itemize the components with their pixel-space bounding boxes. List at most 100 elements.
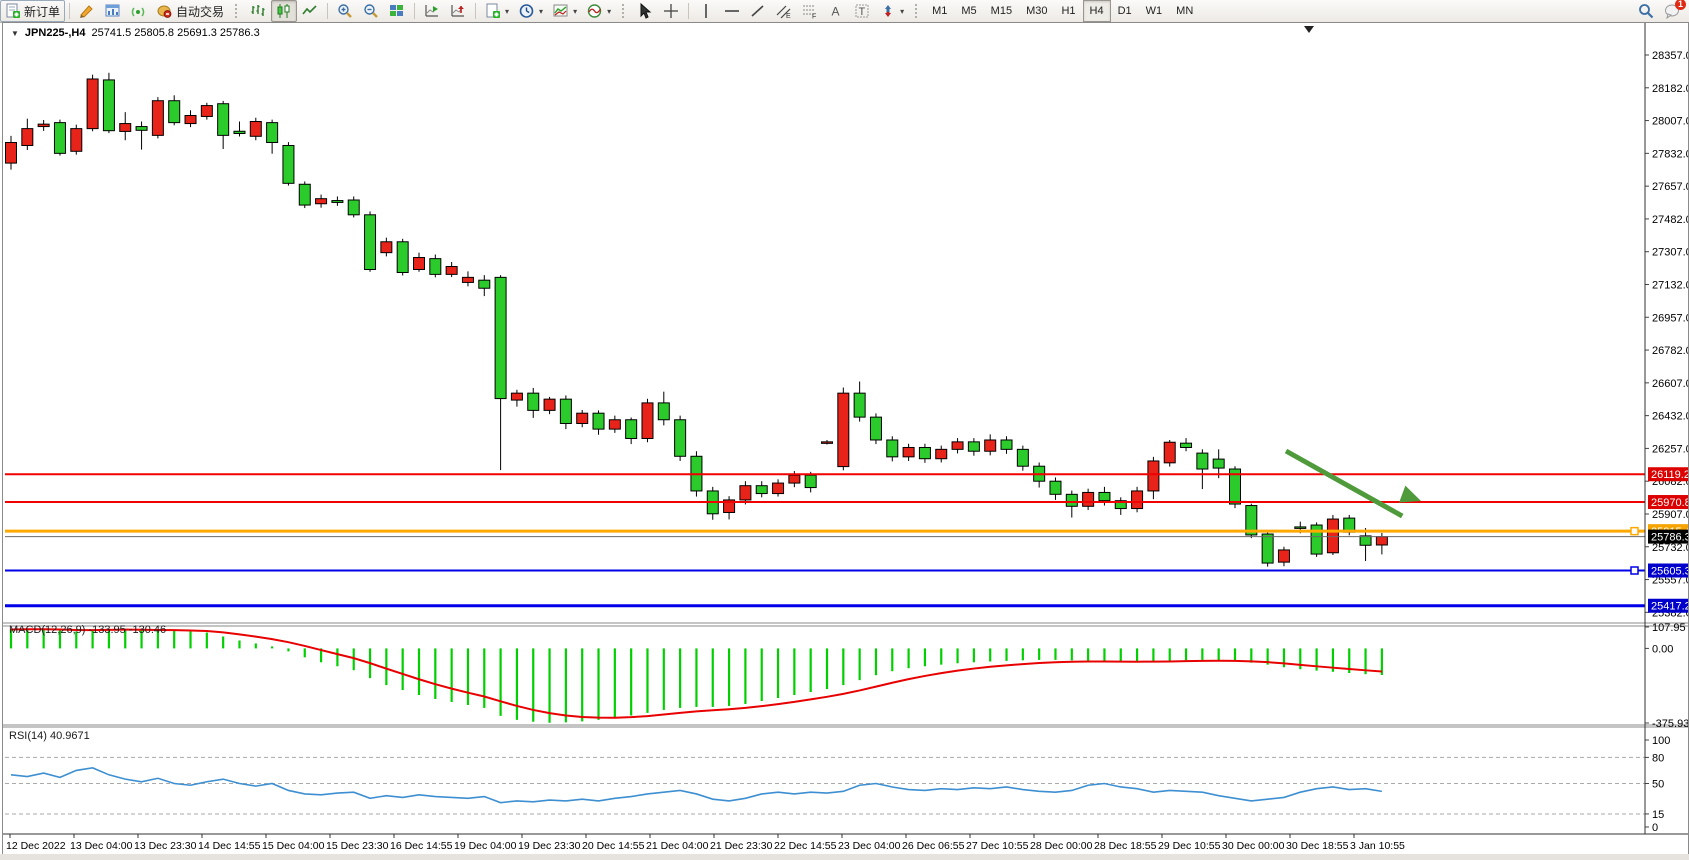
- date-axis-label: 15 Dec 04:00: [262, 840, 325, 852]
- separator: [327, 3, 328, 19]
- timeframe-mn[interactable]: MN: [1169, 0, 1200, 22]
- timeframe-m15[interactable]: M15: [984, 0, 1019, 22]
- vertical-line-button[interactable]: [693, 0, 719, 22]
- line-drag-handle[interactable]: [1631, 528, 1638, 535]
- tile-windows-button[interactable]: [384, 0, 410, 22]
- price-axis-label: 26607.0: [1652, 378, 1688, 390]
- price-level-tag-text: 25605.3: [1651, 566, 1688, 578]
- search-icon: [1638, 3, 1654, 19]
- candle: [54, 123, 65, 154]
- candle: [1083, 492, 1094, 506]
- trendline-button[interactable]: [745, 0, 771, 22]
- timeframe-w1[interactable]: W1: [1139, 0, 1170, 22]
- search-button[interactable]: [1633, 0, 1659, 22]
- collapse-triangle-icon[interactable]: ▼: [11, 29, 19, 38]
- price-level-tag-text: 25786.3: [1651, 532, 1688, 544]
- date-axis-label: 13 Dec 04:00: [70, 840, 133, 852]
- chart-canvas[interactable]: 28357.028182.028007.027832.027657.027482…: [3, 23, 1688, 854]
- candle: [169, 101, 180, 123]
- channel-button[interactable]: E: [771, 0, 797, 22]
- trendline-icon: [750, 3, 766, 19]
- horizontal-line-button[interactable]: [719, 0, 745, 22]
- rsi-axis-label: 15: [1652, 809, 1664, 821]
- candle: [87, 79, 98, 129]
- templates-button[interactable]: ▾: [548, 0, 582, 22]
- line-drag-handle[interactable]: [1631, 567, 1638, 574]
- timeframe-m1[interactable]: M1: [925, 0, 954, 22]
- new-order-button[interactable]: 新订单: [0, 0, 65, 22]
- candle: [1327, 519, 1338, 553]
- date-axis-label: 27 Dec 10:55: [966, 840, 1029, 852]
- separator: [688, 3, 689, 19]
- line-chart-button[interactable]: [297, 0, 323, 22]
- auto-scroll-icon: [424, 3, 440, 19]
- svg-text:T: T: [859, 6, 866, 18]
- date-axis-label: 14 Dec 14:55: [198, 840, 261, 852]
- signal-icon: [131, 3, 147, 19]
- indicators-button[interactable]: ▾: [582, 0, 616, 22]
- market-watch-button[interactable]: [100, 0, 126, 22]
- trend-arrow-annotation[interactable]: [1286, 451, 1402, 516]
- price-axis-label: 26432.0: [1652, 411, 1688, 423]
- trend-arrow-head[interactable]: [1399, 486, 1421, 503]
- timeframe-label: H4: [1090, 5, 1104, 17]
- shift-end-marker[interactable]: [1304, 26, 1314, 33]
- new-chart-button[interactable]: ▾: [480, 0, 514, 22]
- bar-chart-button[interactable]: [245, 0, 271, 22]
- candle: [903, 447, 914, 456]
- chat-button[interactable]: 1: [1659, 0, 1685, 22]
- crosshair-icon: [663, 3, 679, 19]
- macd-axis-label: 107.95: [1652, 622, 1686, 634]
- toolbar: 新订单 自动交易: [0, 0, 1689, 23]
- arrows-shapes-icon: [880, 3, 896, 19]
- crosshair-button[interactable]: [658, 0, 684, 22]
- date-axis-label: 29 Dec 10:55: [1158, 840, 1221, 852]
- toolbar-grip: [915, 4, 921, 18]
- candle: [642, 403, 653, 439]
- zoom-in-icon: [337, 3, 353, 19]
- signals-button[interactable]: [126, 0, 152, 22]
- cursor-button[interactable]: [632, 0, 658, 22]
- new-order-icon: [5, 3, 21, 19]
- zoom-out-button[interactable]: [358, 0, 384, 22]
- candle: [838, 393, 849, 466]
- chevron-down-icon: ▾: [539, 7, 543, 16]
- shapes-button[interactable]: ▾: [875, 0, 909, 22]
- symbol-timeframe: JPN225-,H4: [25, 27, 86, 39]
- crosshair-style-button[interactable]: [74, 0, 100, 22]
- timeframe-d1[interactable]: D1: [1111, 0, 1139, 22]
- date-axis-label: 26 Dec 06:55: [902, 840, 965, 852]
- timeframe-toolbar: M1 M5 M15 M30 H1 H4 D1 W1 MN: [925, 0, 1200, 22]
- text-label-button[interactable]: T: [849, 0, 875, 22]
- candle: [267, 123, 278, 143]
- candle: [805, 475, 816, 487]
- toolbar-group-zoom: [332, 0, 410, 22]
- price-level-tag-text: 25970.8: [1651, 497, 1688, 509]
- toolbar-right: 1: [1633, 0, 1689, 22]
- price-axis-label: 26782.0: [1652, 345, 1688, 357]
- fibonacci-button[interactable]: F: [797, 0, 823, 22]
- timeframe-m30[interactable]: M30: [1019, 0, 1054, 22]
- rsi-axis-label: 80: [1652, 752, 1664, 764]
- autotrading-button[interactable]: 自动交易: [152, 0, 229, 22]
- zoom-in-button[interactable]: [332, 0, 358, 22]
- timeframe-h4[interactable]: H4: [1083, 0, 1111, 22]
- timeframe-h1[interactable]: H1: [1054, 0, 1082, 22]
- candle: [919, 447, 930, 458]
- text-button[interactable]: A: [823, 0, 849, 22]
- candle: [675, 420, 686, 457]
- candle: [593, 413, 604, 429]
- macd-indicator-label: MACD(12,26,9) -133.95 -130.46: [9, 624, 166, 636]
- auto-scroll-button[interactable]: [419, 0, 445, 22]
- timeframe-m5[interactable]: M5: [954, 0, 983, 22]
- price-axis-label: 25907.0: [1652, 509, 1688, 521]
- candlestick-chart-button[interactable]: [271, 0, 297, 22]
- chart-shift-button[interactable]: [445, 0, 471, 22]
- candle: [626, 420, 637, 439]
- timeframe-label: M30: [1026, 5, 1047, 17]
- periods-button[interactable]: ▾: [514, 0, 548, 22]
- chart-shift-icon: [450, 3, 466, 19]
- candle: [1197, 453, 1208, 469]
- date-axis-label: 30 Dec 18:55: [1286, 840, 1349, 852]
- date-axis-label: 21 Dec 23:30: [710, 840, 773, 852]
